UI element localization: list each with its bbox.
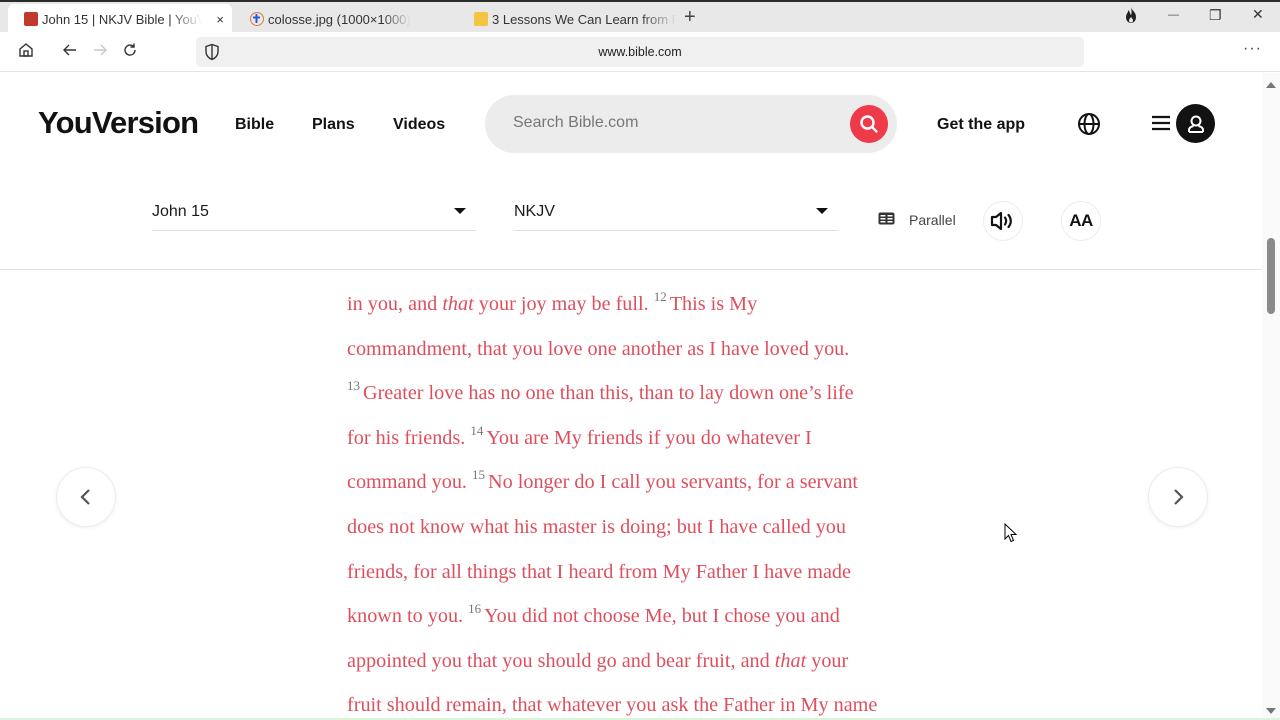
search-box (485, 95, 897, 153)
italic-text: that (442, 293, 474, 315)
speaker-icon (990, 211, 1012, 231)
forward-arrow-icon[interactable] (92, 42, 108, 63)
verse-line: appointed you that you should go and bea… (347, 639, 927, 684)
verse-text: fruit should remain, that whatever you a… (347, 694, 878, 717)
scroll-up-arrow-icon[interactable] (1266, 82, 1276, 88)
restore-button[interactable]: ❐ (1209, 7, 1222, 24)
verse-number: 13 (347, 378, 360, 394)
verse-text: for his friends. (347, 426, 471, 449)
chevron-right-icon (1174, 489, 1184, 505)
font-size-button[interactable]: AA (1061, 201, 1101, 241)
parallel-label: Parallel (909, 212, 956, 228)
browser-toolbar: www.bible.com ··· (0, 34, 1280, 72)
tab-philemon-article[interactable]: 3 Lessons We Can Learn from Philemon (458, 4, 678, 34)
italic-text: that (774, 649, 807, 672)
verse-text: commandment, that you love one another a… (347, 337, 850, 360)
scrollbar-thumb[interactable] (1267, 238, 1275, 314)
fire-icon[interactable] (1123, 6, 1139, 27)
verse-number: 16 (468, 601, 482, 617)
verse-text: No longer do I call you servants, for a … (488, 471, 859, 494)
get-the-app-link[interactable]: Get the app (937, 116, 1025, 134)
search-input[interactable] (513, 114, 833, 132)
more-menu-icon[interactable]: ··· (1243, 40, 1262, 58)
verse-line: 13 Greater love has no one than this, tha… (347, 371, 927, 416)
verse-line: in you, and that your joy may be full. 1… (347, 282, 927, 327)
header-divider (0, 269, 1262, 270)
nav-bible[interactable]: Bible (235, 116, 274, 134)
verse-text: Greater love has no one than this, than … (363, 382, 854, 405)
article-icon (474, 12, 488, 26)
page-scrollbar[interactable] (1262, 73, 1280, 720)
verse-text: This is My (669, 293, 758, 315)
nav-videos[interactable]: Videos (393, 116, 445, 134)
close-tab-icon[interactable]: × (216, 12, 224, 27)
verse-text: command you. (347, 471, 473, 494)
verse-line: does not know what his master is doing; … (347, 505, 927, 550)
bible-app-icon (24, 12, 38, 26)
verse-text: your (806, 649, 849, 672)
new-tab-button[interactable]: + (684, 6, 696, 29)
previous-chapter-button[interactable] (56, 467, 116, 527)
verse-text: your joy may be full. (473, 293, 654, 315)
version-select[interactable]: NKJV (514, 200, 838, 231)
parallel-button[interactable]: Parallel (878, 212, 956, 228)
home-icon[interactable] (18, 42, 34, 63)
chevron-left-icon (80, 489, 90, 505)
address-bar[interactable]: www.bible.com (196, 37, 1084, 67)
user-icon (1187, 115, 1204, 133)
search-button[interactable] (850, 105, 888, 143)
verse-text: appointed you that you should go and bea… (347, 649, 775, 672)
chapter-select[interactable]: John 15 (152, 200, 476, 231)
verse-line: command you. 15 No longer do I call you s… (347, 460, 927, 505)
tab-colosse-image[interactable]: colosse.jpg (1000×1000) (234, 4, 454, 34)
next-chapter-button[interactable] (1148, 467, 1208, 527)
verse-text: friends, for all things that I heard fro… (347, 560, 851, 583)
minimize-button[interactable]: — (1168, 9, 1179, 21)
verse-text: in you, and (347, 293, 443, 315)
close-window-button[interactable]: ✕ (1252, 6, 1264, 23)
verse-number: 12 (653, 289, 667, 304)
verse-line: for his friends. 14 You are My friends if… (347, 416, 927, 461)
verse-text: You are My friends if you do whatever I (486, 426, 812, 449)
browser-tab-bar: John 15 | NKJV Bible | YouVersion × colo… (0, 0, 1280, 34)
scroll-down-arrow-icon[interactable] (1266, 708, 1276, 714)
verse-text: known to you. (347, 605, 469, 628)
back-arrow-icon[interactable] (62, 42, 78, 63)
url-text[interactable]: www.bible.com (196, 45, 1084, 59)
parallel-book-icon (878, 212, 895, 228)
chevron-down-icon (816, 208, 828, 214)
verse-text: You did not choose Me, but I chose you a… (484, 605, 840, 628)
verse-number: 14 (470, 422, 484, 438)
mouse-cursor-icon (1004, 522, 1018, 548)
version-select-value: NKJV (514, 203, 555, 220)
verse-line: fruit should remain, that whatever you a… (347, 683, 927, 720)
verse-text: does not know what his master is doing; … (347, 515, 846, 538)
chapter-text: in you, and that your joy may be full. 1… (347, 282, 927, 720)
tab-youversion[interactable]: John 15 | NKJV Bible | YouVersion × (8, 4, 232, 34)
youversion-logo[interactable]: YouVersion (38, 105, 199, 141)
bible-page: YouVersion Bible Plans Videos Get the ap… (0, 73, 1262, 720)
tab-title: colosse.jpg (1000×1000) (268, 11, 411, 27)
verse-line: commandment, that you love one another a… (347, 327, 927, 372)
audio-button[interactable] (983, 201, 1023, 241)
search-icon (860, 115, 878, 133)
cross-icon (250, 12, 264, 26)
hamburger-menu-icon[interactable] (1152, 115, 1170, 136)
chapter-select-value: John 15 (152, 203, 209, 220)
nav-plans[interactable]: Plans (312, 116, 355, 134)
tab-title: John 15 | NKJV Bible | YouVersion (42, 11, 202, 27)
chevron-down-icon (454, 208, 466, 214)
tab-title: 3 Lessons We Can Learn from Philemon (492, 11, 677, 27)
profile-avatar[interactable] (1176, 104, 1215, 143)
reload-icon[interactable] (122, 42, 138, 63)
verse-number: 15 (472, 467, 486, 483)
globe-icon[interactable] (1077, 112, 1101, 141)
verse-line: known to you. 16 You did not choose Me, b… (347, 594, 927, 639)
verse-line: friends, for all things that I heard fro… (347, 550, 927, 595)
